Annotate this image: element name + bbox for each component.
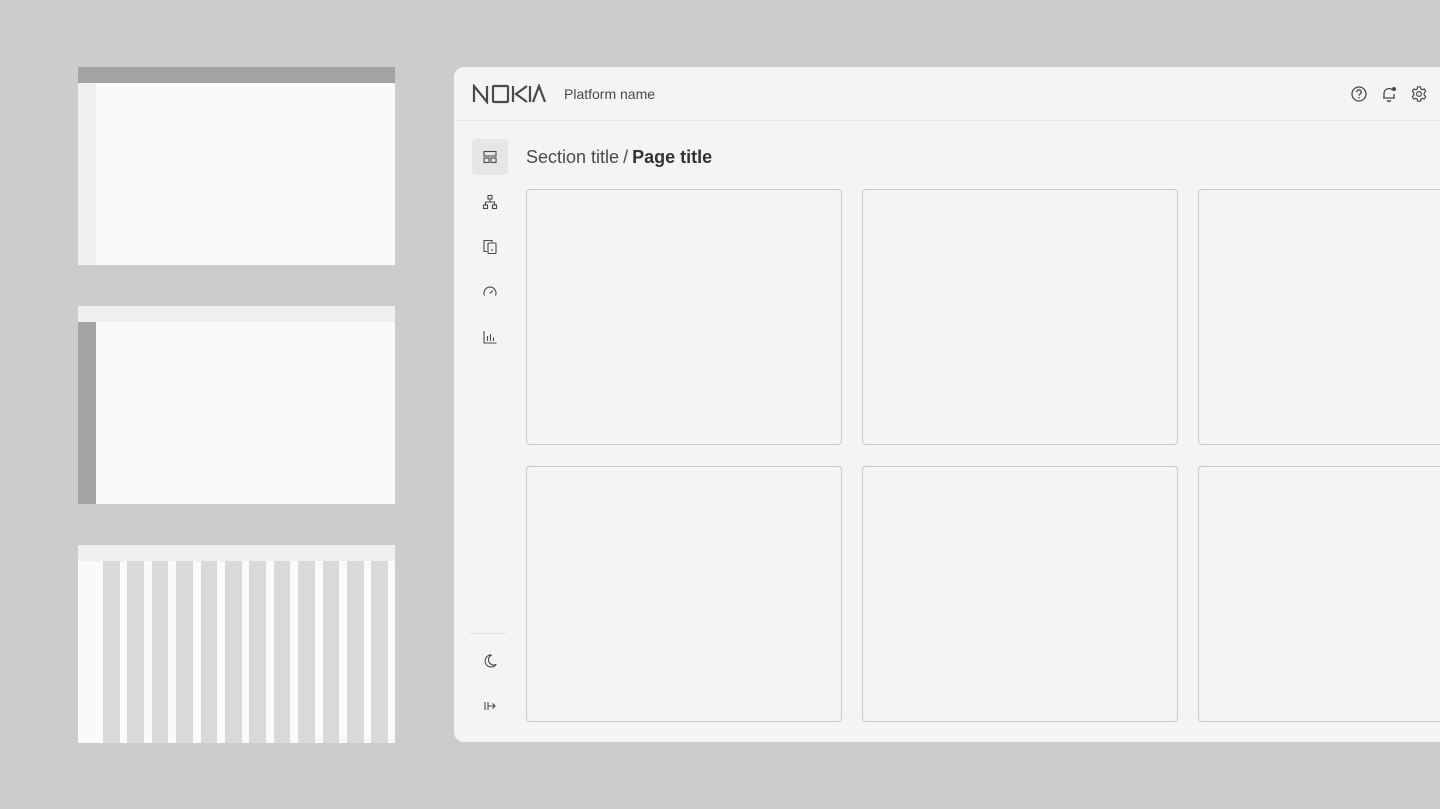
network-topology-icon: [482, 194, 498, 210]
nav-item-dashboard[interactable]: [472, 139, 508, 175]
rail-divider: [470, 633, 506, 634]
devices-icon: [483, 239, 497, 255]
app-window: Platform name Section title / Page title: [454, 67, 1440, 742]
nav-item-devices[interactable]: [472, 229, 508, 265]
moon-icon: [484, 654, 497, 668]
thumbnail-grid-column: [225, 561, 242, 743]
breadcrumb-section[interactable]: Section title: [526, 147, 619, 167]
thumbnail-grid-column: [176, 561, 193, 743]
thumbnail-grid-column: [151, 561, 169, 743]
breadcrumb: Section title / Page title: [526, 147, 712, 168]
thumbnail-grid-column: [127, 561, 144, 743]
thumbnail-grid-column: [298, 561, 315, 743]
expand-rail-button[interactable]: [472, 688, 508, 724]
dark-mode-toggle[interactable]: [472, 643, 508, 679]
help-icon[interactable]: [1350, 85, 1368, 103]
speedometer-icon: [483, 286, 497, 296]
thumbnail-header-bar: [78, 67, 395, 83]
thumbnail-header-bar: [78, 545, 395, 561]
thumbnail-grid-column: [103, 561, 120, 743]
thumbnail-grid-columns: [78, 561, 395, 743]
page-title: Page title: [632, 147, 713, 167]
thumbnail-grid-column: [249, 561, 266, 743]
platform-name: Platform name: [564, 86, 656, 102]
layout-thumbnail-header-dark[interactable]: [78, 67, 395, 265]
content-card: [1198, 189, 1440, 445]
nav-item-network[interactable]: [472, 184, 508, 220]
content-card: [862, 466, 1178, 722]
thumbnail-grid-column: [371, 561, 388, 743]
thumbnail-side-rail: [78, 322, 96, 504]
app-header: Platform name: [454, 67, 1440, 121]
nav-item-performance[interactable]: [472, 274, 508, 310]
content-card: [1198, 466, 1440, 722]
content-card: [526, 189, 842, 445]
thumbnail-side-rail: [78, 83, 96, 265]
gear-icon[interactable]: [1410, 85, 1428, 103]
dashboard-layout-icon: [483, 150, 497, 164]
layout-thumbnail-column-grid[interactable]: [78, 545, 395, 743]
nokia-logo: [472, 84, 546, 104]
content-card: [862, 189, 1178, 445]
expand-rail-icon: [484, 702, 496, 710]
thumbnail-grid-column: [200, 561, 218, 743]
bar-chart-icon: [483, 331, 497, 344]
thumbnail-grid-column: [322, 561, 340, 743]
thumbnail-grid-column: [347, 561, 364, 743]
thumbnail-grid-column: [273, 561, 291, 743]
content-card: [526, 466, 842, 722]
layout-thumbnail-rail-dark[interactable]: [78, 306, 395, 504]
nav-item-analytics[interactable]: [472, 319, 508, 355]
bell-icon[interactable]: [1380, 85, 1398, 103]
thumbnail-header-bar: [78, 306, 395, 322]
breadcrumb-separator: /: [623, 147, 629, 167]
